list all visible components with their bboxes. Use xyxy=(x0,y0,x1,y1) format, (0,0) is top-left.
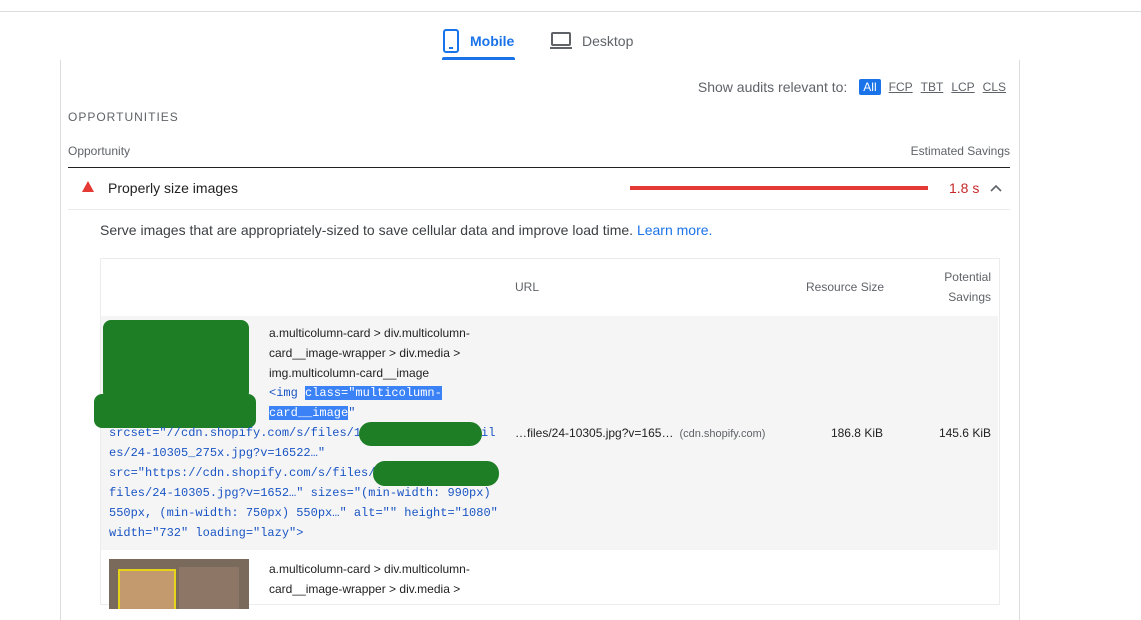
url-cell[interactable]: …files/24-10305.jpg?v=165… (cdn.shopify.c… xyxy=(515,426,765,440)
node-snippet-line: 550px, (min-width: 750px) 550px…" alt=""… xyxy=(109,506,498,520)
url-host: (cdn.shopify.com) xyxy=(679,428,766,440)
mobile-phone-icon xyxy=(443,29,459,53)
tab-desktop[interactable]: Desktop xyxy=(550,22,633,60)
section-title: OPPORTUNITIES xyxy=(68,110,179,124)
filter-chip-fcp[interactable]: FCP xyxy=(889,80,913,94)
opportunity-description: Serve images that are appropriately-size… xyxy=(100,222,712,238)
redaction-mark xyxy=(103,320,249,400)
filter-label: Show audits relevant to: xyxy=(697,79,848,95)
header-savings: Savings xyxy=(948,290,991,304)
potential-savings-cell: 145.6 KiB xyxy=(938,426,991,440)
header-potential: Potential xyxy=(944,270,991,284)
savings-time: 1.8 s xyxy=(949,180,980,196)
column-estimated-savings: Estimated Savings xyxy=(910,144,1010,158)
audit-filter: Show audits relevant to: All FCP TBT LCP… xyxy=(698,79,1006,95)
node-snippet-line: src="https://cdn.shopify.com/s/files/ xyxy=(109,466,376,480)
resource-size-cell: 186.8 KiB xyxy=(830,426,883,440)
redaction-mark xyxy=(373,461,499,486)
node-path-line: a.multicolumn-card > div.multicolumn- xyxy=(269,326,470,340)
filter-chip-lcp[interactable]: LCP xyxy=(951,80,974,94)
tab-mobile[interactable]: Mobile xyxy=(442,22,515,60)
top-divider xyxy=(0,11,1141,12)
tab-mobile-label: Mobile xyxy=(470,33,515,49)
selected-text: class="multicolumn- xyxy=(305,386,442,400)
learn-more-link[interactable]: Learn more. xyxy=(637,222,712,238)
savings-bar xyxy=(630,186,928,190)
image-thumbnail xyxy=(109,559,249,609)
node-snippet-line: <img class="multicolumn- xyxy=(269,386,442,400)
opportunity-title: Properly size images xyxy=(108,180,238,196)
description-text: Serve images that are appropriately-size… xyxy=(100,222,634,238)
node-path-line: card__image-wrapper > div.media > xyxy=(269,346,461,360)
node-snippet-line: il xyxy=(481,426,496,440)
node-snippet-line: srcset="//cdn.shopify.com/s/files/1 xyxy=(109,426,362,440)
node-path-line: card__image-wrapper > div.media > xyxy=(269,582,461,596)
node-snippet-line: es/24-10305_275x.jpg?v=16522…" xyxy=(109,446,326,460)
filter-chip-all[interactable]: All xyxy=(859,79,881,95)
redaction-mark xyxy=(359,422,482,446)
chevron-up-icon[interactable] xyxy=(990,183,1002,193)
node-path-line: a.multicolumn-card > div.multicolumn- xyxy=(269,562,470,576)
node-path-line: img.multicolumn-card__image xyxy=(269,366,430,380)
node-snippet-line: card__image" xyxy=(269,406,356,420)
laptop-icon xyxy=(550,32,572,49)
header-url: URL xyxy=(515,280,540,294)
filter-chip-cls[interactable]: CLS xyxy=(983,80,1006,94)
selected-text: card__image xyxy=(269,406,349,420)
header-resource-size: Resource Size xyxy=(806,280,885,294)
column-opportunity: Opportunity xyxy=(68,144,131,158)
warning-triangle-icon xyxy=(82,181,94,192)
node-snippet-line: files/24-10305.jpg?v=1652…" sizes="(min-… xyxy=(109,486,491,500)
url-text: …files/24-10305.jpg?v=165… xyxy=(515,426,674,440)
tab-desktop-label: Desktop xyxy=(582,33,634,49)
node-snippet-line: width="732" loading="lazy"> xyxy=(109,526,304,540)
filter-chip-tbt[interactable]: TBT xyxy=(921,80,944,94)
